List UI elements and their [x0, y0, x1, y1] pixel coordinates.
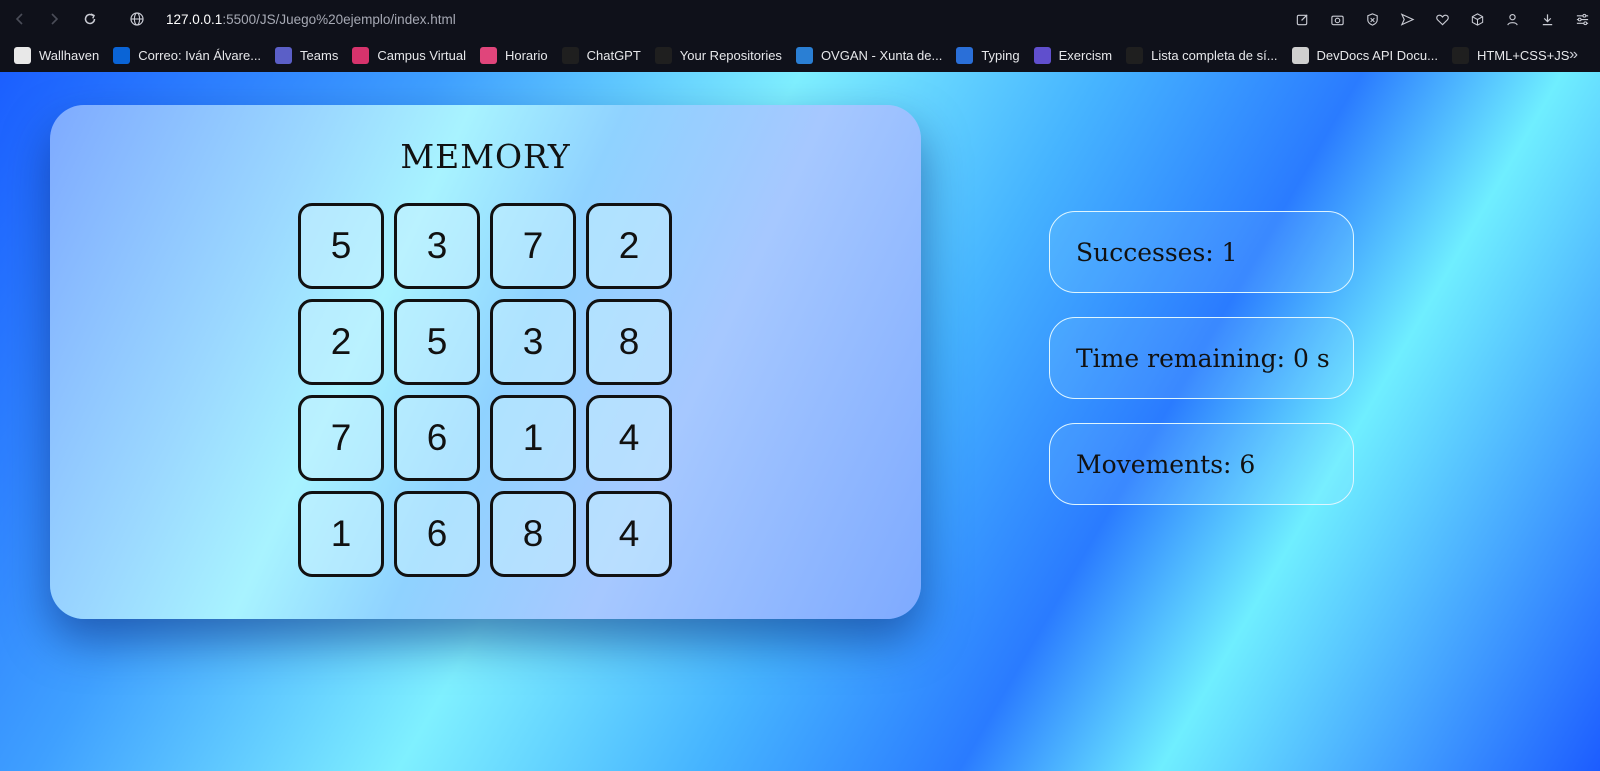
memory-card[interactable]: 2 [586, 203, 672, 289]
browser-toolbar: 127.0.0.1:5500/JS/Juego%20ejemplo/index.… [0, 0, 1600, 38]
bookmark-label: Your Repositories [679, 47, 782, 63]
url-path: :5500/JS/Juego%20ejemplo/index.html [222, 11, 456, 27]
toolbar-actions [1277, 9, 1592, 29]
exercism-icon [1033, 46, 1051, 64]
bookmark-horario[interactable]: Horario [479, 46, 548, 64]
devdocs-icon [1291, 46, 1309, 64]
wallhaven-icon [14, 46, 31, 64]
bookmarks-overflow-button[interactable]: » [1569, 46, 1578, 64]
memory-card[interactable]: 5 [394, 299, 480, 385]
send-icon[interactable] [1397, 9, 1417, 29]
movements-counter: Movements: 6 [1049, 423, 1354, 505]
memory-card[interactable]: 1 [298, 491, 384, 577]
memory-card[interactable]: 4 [586, 491, 672, 577]
memory-card[interactable]: 4 [586, 395, 672, 481]
memory-card[interactable]: 5 [298, 203, 384, 289]
memory-card[interactable]: 3 [394, 203, 480, 289]
game-panel: MEMORY 5372253876141684 [50, 105, 921, 619]
profile-icon[interactable] [1502, 9, 1522, 29]
bookmark-exercism[interactable]: Exercism [1033, 46, 1113, 64]
game-title: MEMORY [400, 137, 571, 176]
bookmark-teams[interactable]: Teams [275, 46, 339, 64]
bookmark-label: Typing [981, 47, 1020, 63]
time-remaining-counter: Time remaining: 0 s [1049, 317, 1354, 399]
reload-button[interactable] [80, 9, 100, 29]
globe-icon [130, 12, 144, 26]
typing-icon [956, 46, 974, 64]
chatgpt-icon [561, 46, 579, 64]
bookmarks-bar: Wallhaven Correo: Iván Álvare... Teams Camp… [0, 38, 1600, 72]
memory-card[interactable]: 8 [490, 491, 576, 577]
memory-card[interactable]: 1 [490, 395, 576, 481]
forward-button[interactable] [44, 9, 64, 29]
bookmark-label: Teams [300, 47, 339, 63]
card-grid: 5372253876141684 [298, 203, 672, 577]
memory-card[interactable]: 8 [586, 299, 672, 385]
bookmark-label: OVGAN - Xunta de... [820, 47, 943, 63]
bookmark-label: Horario [504, 47, 548, 63]
forward-arrow-icon [51, 13, 59, 25]
bookmark-label: Campus Virtual [377, 47, 466, 63]
bookmark-ovgan[interactable]: OVGAN - Xunta de... [795, 46, 943, 64]
memory-card[interactable]: 2 [298, 299, 384, 385]
camera-icon[interactable] [1327, 9, 1347, 29]
outlook-icon [113, 46, 131, 64]
bookmark-github[interactable]: Your Repositories [654, 46, 782, 64]
teams-icon [275, 46, 293, 64]
page-viewport: MEMORY 5372253876141684 Successes: 1 Tim… [0, 72, 1600, 771]
x-icon [1126, 46, 1144, 64]
bookmark-chatgpt[interactable]: ChatGPT [561, 46, 641, 64]
url-host: 127.0.0.1 [166, 11, 223, 27]
edit-icon[interactable] [1292, 9, 1312, 29]
download-icon[interactable] [1537, 9, 1557, 29]
cube-icon[interactable] [1467, 9, 1487, 29]
back-arrow-icon [15, 13, 23, 25]
site-info-button[interactable] [127, 9, 147, 29]
horario-icon [479, 46, 497, 64]
memory-card[interactable]: 7 [298, 395, 384, 481]
bookmark-label: Correo: Iván Álvare... [138, 47, 262, 63]
bookmark-typing[interactable]: Typing [956, 46, 1020, 64]
memory-card[interactable]: 7 [490, 203, 576, 289]
settings-sliders-icon[interactable] [1572, 9, 1592, 29]
bookmark-label: Wallhaven [39, 47, 100, 63]
bookmark-wallhaven[interactable]: Wallhaven [14, 46, 100, 64]
bookmark-label: HTML+CSS+JS [1476, 47, 1570, 63]
heart-icon[interactable] [1432, 9, 1452, 29]
campus-icon [352, 46, 370, 64]
memory-card[interactable]: 6 [394, 491, 480, 577]
bookmark-label: Lista completa de sí... [1151, 47, 1278, 63]
address-bar[interactable]: 127.0.0.1:5500/JS/Juego%20ejemplo/index.… [166, 9, 456, 29]
ovgan-icon [795, 46, 813, 64]
m-icon [1451, 46, 1469, 64]
bookmark-outlook[interactable]: Correo: Iván Álvare... [113, 46, 262, 64]
bookmark-devdocs[interactable]: DevDocs API Docu... [1291, 46, 1438, 64]
memory-card[interactable]: 3 [490, 299, 576, 385]
shield-icon[interactable] [1362, 9, 1382, 29]
successes-counter: Successes: 1 [1049, 211, 1354, 293]
bookmark-campus[interactable]: Campus Virtual [352, 46, 466, 64]
bookmark-label: DevDocs API Docu... [1316, 47, 1438, 63]
github-icon [654, 46, 672, 64]
memory-card[interactable]: 6 [394, 395, 480, 481]
back-button[interactable] [10, 9, 30, 29]
reload-icon [84, 13, 96, 25]
bookmark-label: ChatGPT [586, 47, 641, 63]
bookmark-x[interactable]: Lista completa de sí... [1126, 46, 1278, 64]
bookmark-label: Exercism [1058, 47, 1113, 63]
bookmark-m[interactable]: HTML+CSS+JS [1451, 46, 1570, 64]
